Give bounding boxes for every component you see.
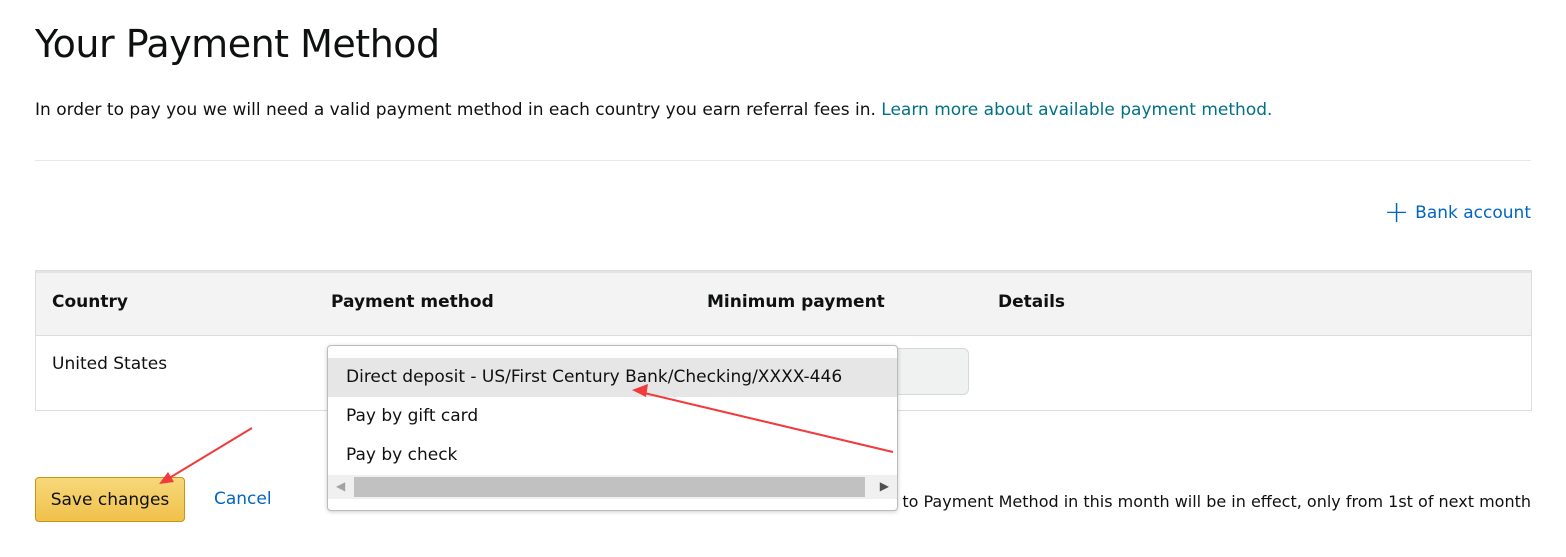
horizontal-scrollbar[interactable]: ◀ ▶ bbox=[328, 475, 897, 499]
save-changes-button[interactable]: Save changes bbox=[35, 477, 185, 522]
scroll-left-icon[interactable]: ◀ bbox=[336, 479, 345, 493]
header-minimum-payment: Minimum payment bbox=[707, 292, 885, 312]
scrollbar-thumb[interactable] bbox=[354, 477, 865, 497]
header-details: Details bbox=[998, 292, 1066, 312]
scroll-right-icon[interactable]: ▶ bbox=[880, 479, 889, 493]
cancel-link[interactable]: Cancel bbox=[214, 489, 272, 509]
effective-date-note: Any updates to Payment Method in this mo… bbox=[796, 492, 1531, 511]
page-title: Your Payment Method bbox=[35, 22, 440, 66]
option-direct-deposit[interactable]: Direct deposit - US/First Century Bank/C… bbox=[328, 358, 897, 397]
divider bbox=[35, 160, 1531, 161]
table-header: Country Payment method Minimum payment D… bbox=[36, 271, 1531, 336]
learn-more-link[interactable]: Learn more about available payment metho… bbox=[881, 100, 1272, 120]
payment-method-dropdown[interactable]: Direct deposit - US/First Century Bank/C… bbox=[327, 345, 898, 511]
plus-icon: + bbox=[1384, 195, 1410, 230]
intro-text: In order to pay you we will need a valid… bbox=[35, 100, 1272, 120]
header-payment-method: Payment method bbox=[331, 292, 494, 312]
option-gift-card[interactable]: Pay by gift card bbox=[328, 397, 897, 436]
option-check[interactable]: Pay by check bbox=[328, 436, 897, 475]
header-country: Country bbox=[52, 292, 128, 312]
intro-sentence: In order to pay you we will need a valid… bbox=[35, 100, 876, 120]
annotation-arrow-save bbox=[165, 427, 253, 481]
add-bank-account-button[interactable]: + Bank account bbox=[1384, 195, 1531, 230]
add-bank-account-label: Bank account bbox=[1415, 203, 1531, 223]
country-cell: United States bbox=[52, 354, 168, 374]
